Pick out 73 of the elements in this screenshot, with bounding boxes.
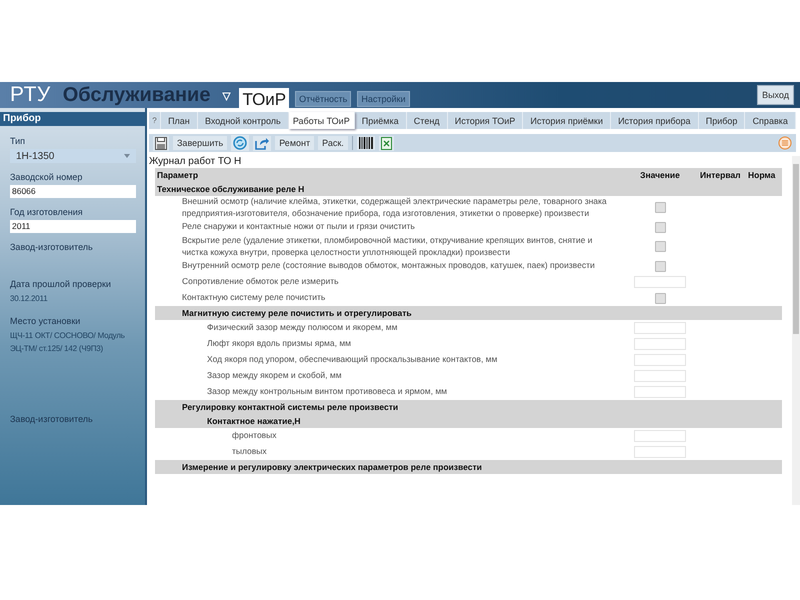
nav-tab[interactable]: План <box>161 112 198 129</box>
journal-title: Журнал работ ТО Н <box>149 156 242 167</box>
section-heading: Контактное нажатие,Н <box>207 416 302 426</box>
nav-tab[interactable]: Стенд <box>406 112 448 129</box>
panel-header: Прибор <box>0 112 145 126</box>
save-icon[interactable] <box>153 136 169 150</box>
value-field[interactable] <box>634 338 686 350</box>
app-logo: РТУ <box>10 83 51 107</box>
caret-icon <box>124 154 130 158</box>
column-header: Значение <box>640 170 680 180</box>
column-header: Интервал <box>700 170 742 180</box>
toolbar-button[interactable]: Раск. <box>318 136 348 150</box>
type-dropdown[interactable]: 1Н-1350 <box>10 149 136 163</box>
parameter-label: Зазор между контрольным винтом противовеса и ярмом, мм <box>207 386 448 398</box>
export-icon[interactable] <box>253 136 272 150</box>
refresh-icon[interactable] <box>231 135 250 151</box>
section-heading: Измерение и регулировку электрических параметров реле произвести <box>182 462 483 472</box>
parameter-label: фронтовых <box>232 430 278 442</box>
menu-icon[interactable] <box>778 136 792 150</box>
section-heading: Регулировку контактной системы реле произвести <box>182 402 400 412</box>
nav-tab[interactable]: ? <box>149 112 161 129</box>
field-label: Заводской номер <box>10 172 82 182</box>
parameter-label: Внутренний осмотр реле (состояние выводов обмоток, монтажных проводов, катушек, паек) произвести <box>182 260 596 272</box>
parameter-label: Сопротивление обмоток реле измерить <box>182 276 340 288</box>
toolbar-button[interactable]: Ремонт <box>275 136 314 150</box>
section-heading: Магнитную систему реле почистить и отрегулировать <box>182 308 413 318</box>
input-field[interactable]: 2011 <box>10 220 136 233</box>
field-label: Год изготовления <box>10 207 83 217</box>
nav-tab[interactable]: История ТОиР <box>448 112 524 129</box>
field-label: Тип <box>10 136 26 146</box>
value-field[interactable] <box>634 386 686 398</box>
parameter-label: Ход якоря под упором, обеспечивающий проскальзывание контактов, мм <box>207 354 498 366</box>
app-title: Обслуживание <box>62 84 210 106</box>
exit-button[interactable]: Выход <box>757 85 794 105</box>
column-header: Норма <box>748 170 776 180</box>
nav-tab[interactable]: История прибора <box>610 112 699 129</box>
value-field[interactable] <box>634 370 686 382</box>
field-label: Завод-изготовитель <box>10 414 93 424</box>
checkbox[interactable] <box>654 222 666 232</box>
barcode-icon[interactable] <box>356 136 375 150</box>
nav-tab[interactable]: Прибор <box>698 112 746 129</box>
parameter-label: Люфт якоря вдоль призмы ярма, мм <box>207 338 352 350</box>
value-field[interactable] <box>634 354 686 366</box>
toolbar-button[interactable]: Завершить <box>173 136 228 150</box>
checkbox[interactable] <box>654 260 666 272</box>
field-value: 30.12.2011 <box>10 293 48 305</box>
checkbox[interactable] <box>654 241 666 252</box>
checkbox[interactable] <box>654 202 666 213</box>
column-header: Параметр <box>156 170 200 180</box>
value-field[interactable] <box>634 446 686 458</box>
field-value: ЩЧ-11 ОКТ/ СОСНОВО/ Модуль ЭЦ-ТМ/ ст.125/ 142 (Ч9П3) <box>10 330 126 355</box>
parameter-label: Вскрытие реле (удаление этикетки, пломбировочной мастики, откручивание крепящих винтов, снятие и чистка кожуха внутри, проверка целостности уплотняющей прокладки) произвести <box>182 235 594 258</box>
input-field[interactable]: 86066 <box>10 185 136 198</box>
parameter-label: Зазор между якорем и скобой, мм <box>207 370 343 382</box>
parameter-label: Физический зазор между полюсом и якорем, мм <box>207 322 398 334</box>
checkbox[interactable] <box>654 292 666 304</box>
nav-tab[interactable]: История приёмки <box>523 112 611 129</box>
parameter-label: тыловых <box>232 446 268 458</box>
parameter-label: Контактную систему реле почистить <box>182 292 326 304</box>
nav-tab[interactable]: Работы ТОиР <box>288 112 355 129</box>
value-field[interactable] <box>634 430 686 442</box>
field-label: Дата прошлой проверки <box>10 279 111 289</box>
excel-icon[interactable] <box>378 136 394 150</box>
value-field[interactable] <box>634 276 686 288</box>
scrollbar[interactable] <box>792 156 800 505</box>
parameter-label: Реле снаружи и контактные ножи от пыли и грязи очистить <box>182 221 416 233</box>
field-label: Завод-изготовитель <box>10 242 93 252</box>
nav-tab[interactable]: Справка <box>745 112 796 129</box>
field-label: Место установки <box>10 316 80 326</box>
parameter-label: Внешний осмотр (наличие клейма, этикетки, содержащей электрические параметры реле, товарного знака предприятия-изготовителя, обозначение прибора, года изготовления, этикетки о проверке) произвести <box>182 196 608 219</box>
section-heading: Техническое обслуживание реле Н <box>157 184 306 194</box>
value-field[interactable] <box>634 322 686 334</box>
nav-tab[interactable]: Приёмка <box>354 112 407 129</box>
